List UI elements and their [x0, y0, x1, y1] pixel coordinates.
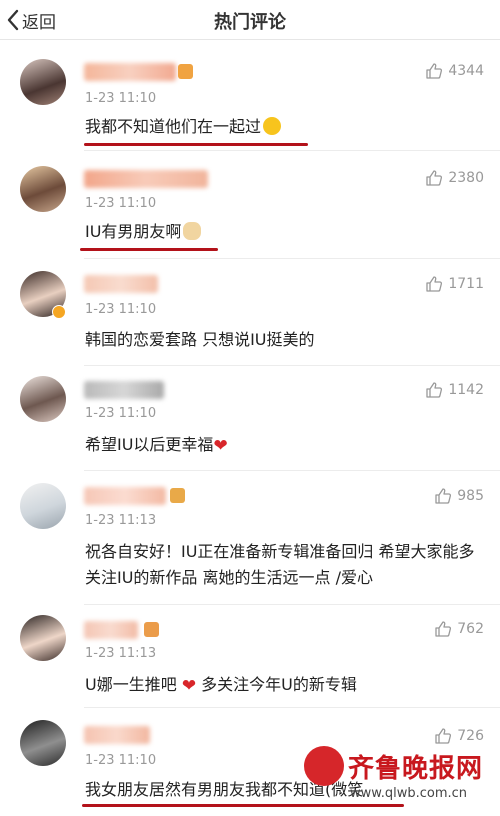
page-title: 热门评论: [214, 12, 286, 33]
newspaper-logo-icon: [304, 746, 344, 786]
comment-time: 1-23 11:10: [85, 91, 157, 106]
heart-icon: ❤: [181, 676, 197, 696]
like-button[interactable]: 4344: [425, 62, 484, 80]
avatar[interactable]: [20, 615, 66, 661]
username-blurred[interactable]: [84, 63, 176, 81]
comment-item: 1-23 11:13 985 祝各自安好！IU正在准备新专辑准备回归 希望大家能…: [0, 471, 500, 605]
comment-item: 1-23 11:10 1711 韩国的恋爱套路 只想说IU挺美的: [0, 259, 500, 366]
watermark: 齐鲁晚报网 www.qlwb.com.cn: [304, 746, 494, 808]
comment-time: 1-23 11:10: [85, 196, 157, 211]
like-count: 2380: [448, 170, 484, 186]
comment-item: 1-23 11:10 2380 IU有男朋友啊: [0, 151, 500, 259]
thumbs-up-icon: [426, 170, 443, 186]
avatar[interactable]: [20, 376, 66, 422]
like-count: 1711: [448, 276, 484, 292]
thumbs-up-icon: [426, 63, 443, 79]
avatar[interactable]: [20, 720, 66, 766]
avatar[interactable]: [20, 483, 66, 529]
red-underline: [80, 248, 218, 251]
comment-text: 祝各自安好！IU正在准备新专辑准备回归 希望大家能多关注IU的新作品 离她的生活…: [85, 542, 475, 587]
verified-badge-icon: [52, 305, 66, 319]
emoji-badge-icon: [178, 64, 193, 79]
username-blurred[interactable]: [84, 275, 158, 293]
thumbs-up-icon: [435, 728, 452, 744]
heart-icon: ❤: [213, 436, 228, 456]
username-blurred[interactable]: [84, 621, 138, 639]
emoji-badge-icon: [170, 488, 185, 503]
like-count: 4344: [448, 63, 484, 79]
comment-text: 我都不知道他们在一起过: [85, 114, 480, 140]
comment-text: IU有男朋友啊: [85, 219, 480, 245]
comment-item: 1-23 11:10 4344 我都不知道他们在一起过: [0, 41, 500, 151]
comment-time: 1-23 11:13: [85, 513, 157, 528]
thumbs-up-icon: [435, 488, 452, 504]
comment-time: 1-23 11:10: [85, 302, 157, 317]
like-button[interactable]: 1142: [425, 381, 484, 399]
like-count: 762: [457, 621, 484, 637]
avatar[interactable]: [20, 166, 66, 212]
comment-item: 1-23 11:13 762 U娜一生推吧 ❤ 多关注今年U的新专辑: [0, 605, 500, 708]
like-button[interactable]: 985: [434, 487, 484, 505]
emoji-badge-icon: [144, 622, 159, 637]
thumbs-up-icon: [435, 621, 452, 637]
like-count: 726: [457, 728, 484, 744]
comment-text: U娜一生推吧 ❤ 多关注今年U的新专辑: [85, 672, 480, 699]
avatar[interactable]: [20, 59, 66, 105]
like-button[interactable]: 1711: [425, 275, 484, 293]
doge-emoji-icon: [183, 222, 202, 240]
watermark-title: 齐鲁晚报网: [348, 754, 484, 784]
comment-text: 韩国的恋爱套路 只想说IU挺美的: [85, 330, 315, 349]
comment-time: 1-23 11:10: [85, 753, 157, 768]
comment-time: 1-23 11:13: [85, 646, 157, 661]
username-blurred[interactable]: [84, 381, 164, 399]
username-blurred[interactable]: [84, 487, 166, 505]
laughing-emoji-icon: [263, 117, 282, 135]
username-blurred[interactable]: [84, 726, 150, 744]
comment-text: 希望IU以后更幸福❤: [85, 432, 480, 459]
like-button[interactable]: 762: [434, 620, 484, 638]
comment-time: 1-23 11:10: [85, 406, 157, 421]
like-button[interactable]: 2380: [425, 169, 484, 187]
thumbs-up-icon: [426, 276, 443, 292]
like-button[interactable]: 726: [434, 727, 484, 745]
username-blurred[interactable]: [84, 170, 208, 188]
watermark-url: www.qlwb.com.cn: [350, 786, 467, 801]
red-underline: [84, 143, 308, 146]
comment-item: 1-23 11:10 1142 希望IU以后更幸福❤: [0, 366, 500, 471]
thumbs-up-icon: [426, 382, 443, 398]
like-count: 985: [457, 488, 484, 504]
top-bar: 返回 热门评论: [0, 0, 500, 40]
like-count: 1142: [448, 382, 484, 398]
